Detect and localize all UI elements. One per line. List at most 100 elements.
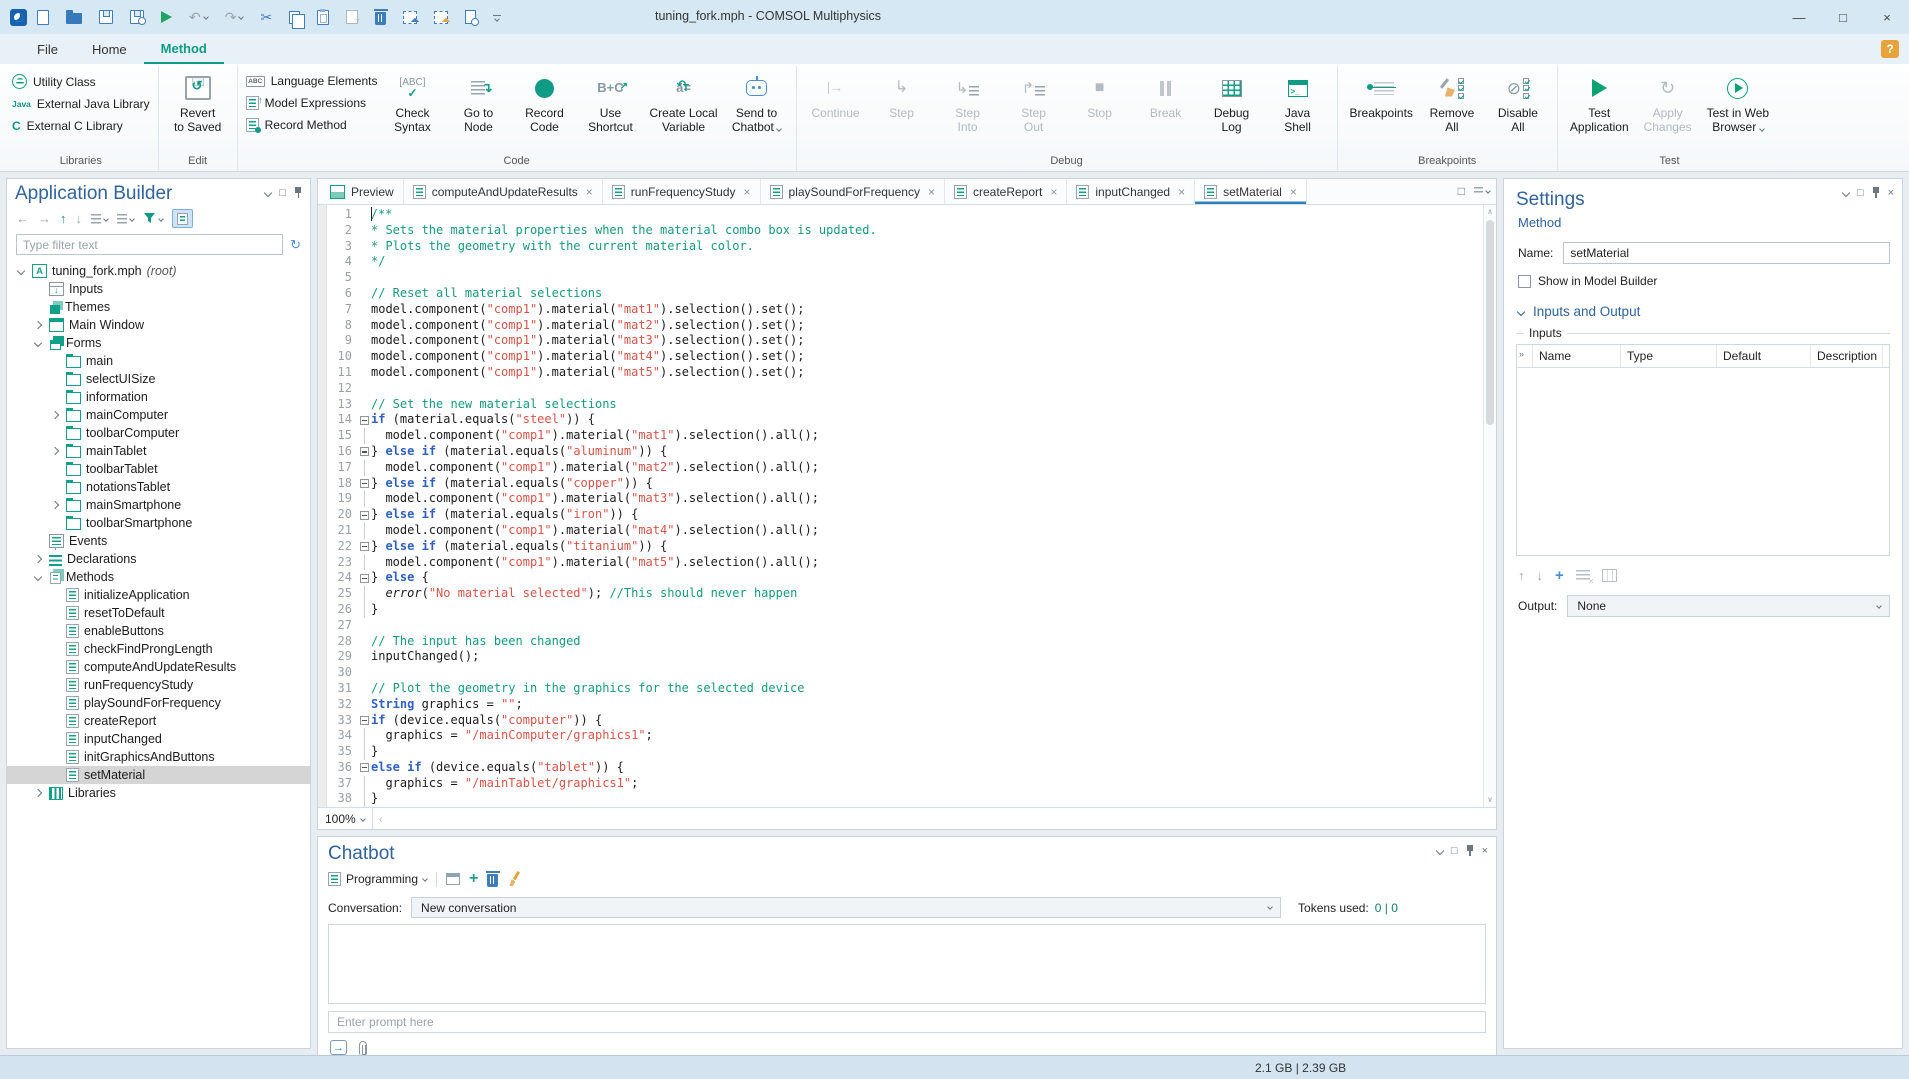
- maximize-button[interactable]: □: [1821, 0, 1865, 34]
- scrollbar-thumb[interactable]: [1486, 220, 1494, 425]
- filter-input[interactable]: [16, 234, 283, 255]
- code-lines[interactable]: 1/**2* Sets the material properties when…: [327, 205, 1483, 807]
- add-input-icon[interactable]: +: [1555, 568, 1564, 583]
- panel-pin-icon[interactable]: [294, 187, 302, 199]
- code-line-36[interactable]: 36else if (device.equals("tablet")) {: [327, 760, 1483, 776]
- code-line-38[interactable]: 38}: [327, 791, 1483, 807]
- chat-prompt-input[interactable]: [328, 1011, 1486, 1033]
- chatbot-menu-icon[interactable]: [1436, 847, 1444, 855]
- save-as-icon[interactable]: [130, 10, 144, 24]
- tree-item-enableButtons[interactable]: enableButtons: [7, 622, 310, 640]
- copy-icon[interactable]: [289, 11, 300, 24]
- tree-item-information[interactable]: information: [7, 388, 310, 406]
- chatbot-float-icon[interactable]: □: [1451, 845, 1458, 857]
- open-in-window-icon[interactable]: [446, 873, 460, 885]
- tree-item-mainComputer[interactable]: mainComputer: [7, 406, 310, 424]
- record-code-button[interactable]: RecordCode: [513, 66, 575, 134]
- run-icon[interactable]: [161, 11, 172, 23]
- section-collapse-icon[interactable]: [1517, 307, 1525, 315]
- code-line-24[interactable]: 24} else {: [327, 570, 1483, 586]
- code-line-28[interactable]: 28// The input has been changed: [327, 634, 1483, 650]
- tree-item-runFrequencyStudy[interactable]: runFrequencyStudy: [7, 676, 310, 694]
- code-line-20[interactable]: 20} else if (material.equals("iron")) {: [327, 507, 1483, 523]
- create-local-variable-button[interactable]: a=T↶ Create LocalVariable: [645, 66, 721, 134]
- expand-all-button[interactable]: [91, 214, 108, 224]
- code-line-13[interactable]: 13// Set the new material selections: [327, 397, 1483, 413]
- tree-item-Main Window[interactable]: Main Window: [7, 316, 310, 334]
- tree-item-playSoundForFrequency[interactable]: playSoundForFrequency: [7, 694, 310, 712]
- tree-item-Libraries[interactable]: Libraries: [7, 784, 310, 802]
- editor-tab-runFrequencyStudy[interactable]: runFrequencyStudy×: [603, 179, 761, 204]
- chatbot-mode-button[interactable]: Programming: [328, 872, 427, 886]
- tree-item-Events[interactable]: Events: [7, 532, 310, 550]
- code-line-1[interactable]: 1/**: [327, 207, 1483, 223]
- output-select[interactable]: None: [1567, 595, 1890, 617]
- show-in-model-builder-toggle[interactable]: [172, 209, 193, 228]
- code-line-4[interactable]: 4*/: [327, 254, 1483, 270]
- chatbot-close-icon[interactable]: ×: [1482, 845, 1488, 857]
- tree-item-Methods[interactable]: Methods: [7, 568, 310, 586]
- redo-dropdown-icon[interactable]: [239, 14, 245, 20]
- code-line-14[interactable]: 14if (material.equals("steel")) {: [327, 412, 1483, 428]
- save-icon[interactable]: [99, 10, 113, 24]
- find-icon[interactable]: [465, 10, 476, 24]
- panel-float-icon[interactable]: □: [279, 187, 286, 199]
- tree-item-mainTablet[interactable]: mainTablet: [7, 442, 310, 460]
- tree-chevron-icon[interactable]: [48, 502, 61, 508]
- delete-input-icon[interactable]: [1576, 570, 1590, 581]
- new-file-icon[interactable]: [37, 10, 49, 25]
- nav-forward-icon[interactable]: →: [38, 212, 51, 225]
- inputs-table[interactable]: » Name Type Default Description Unit: [1516, 344, 1890, 556]
- qat-overflow-icon[interactable]: [493, 13, 501, 22]
- tree-item-Themes[interactable]: Themes: [7, 298, 310, 316]
- fold-icon[interactable]: [357, 444, 371, 460]
- external-java-library-button[interactable]: JavaExternal Java Library: [12, 97, 150, 111]
- code-line-32[interactable]: 32String graphics = "";: [327, 697, 1483, 713]
- breakpoints-button[interactable]: Breakpoints: [1346, 66, 1417, 121]
- tree-item-toolbarSmartphone[interactable]: toolbarSmartphone: [7, 514, 310, 532]
- editor-tab-createReport[interactable]: createReport×: [945, 179, 1067, 204]
- fold-icon[interactable]: [357, 713, 371, 729]
- check-syntax-button[interactable]: [ABC]✓ CheckSyntax: [381, 66, 443, 134]
- new-conversation-icon[interactable]: +: [469, 871, 478, 887]
- code-line-34[interactable]: 34 graphics = "/mainComputer/graphics1";: [327, 728, 1483, 744]
- collapse-all-button[interactable]: [117, 214, 134, 224]
- editor-maximize-icon[interactable]: □: [1458, 184, 1465, 198]
- code-line-6[interactable]: 6// Reset all material selections: [327, 286, 1483, 302]
- record-method-button[interactable]: Record Method: [246, 118, 378, 132]
- code-line-37[interactable]: 37 graphics = "/mainTablet/graphics1";: [327, 776, 1483, 792]
- conversation-dropdown-icon[interactable]: [1267, 904, 1273, 910]
- fold-icon[interactable]: [357, 539, 371, 555]
- tree-item-setMaterial[interactable]: setMaterial: [7, 766, 310, 784]
- undo-button[interactable]: ↶: [189, 10, 208, 24]
- editor-tab-playSoundForFrequency[interactable]: playSoundForFrequency×: [761, 179, 945, 204]
- open-file-icon[interactable]: [66, 13, 82, 24]
- cut-icon[interactable]: ✂: [260, 10, 272, 24]
- java-shell-button[interactable]: JavaShell: [1267, 66, 1329, 134]
- code-line-9[interactable]: 9model.component("comp1").material("mat3…: [327, 333, 1483, 349]
- input-move-up-icon[interactable]: ↑: [1518, 569, 1525, 582]
- close-button[interactable]: ×: [1865, 0, 1909, 34]
- tree-item-resetToDefault[interactable]: resetToDefault: [7, 604, 310, 622]
- tree-item-initGraphicsAndButtons[interactable]: initGraphicsAndButtons: [7, 748, 310, 766]
- tab-close-icon[interactable]: ×: [1050, 185, 1057, 199]
- tree-item-toolbarTablet[interactable]: toolbarTablet: [7, 460, 310, 478]
- clear-selection-icon[interactable]: [434, 11, 448, 24]
- redo-button[interactable]: ↷: [225, 10, 244, 24]
- tree-item-selectUISize[interactable]: selectUISize: [7, 370, 310, 388]
- debug-log-button[interactable]: DebugLog: [1201, 66, 1263, 134]
- minimize-button[interactable]: —: [1777, 0, 1821, 34]
- editor-vertical-scrollbar[interactable]: ∧ ∨: [1483, 205, 1496, 807]
- language-elements-button[interactable]: ABCLanguage Elements: [246, 74, 378, 88]
- settings-float-icon[interactable]: □: [1857, 187, 1864, 199]
- code-line-22[interactable]: 22} else if (material.equals("titanium")…: [327, 539, 1483, 555]
- scroll-up-icon[interactable]: ∧: [1488, 208, 1493, 216]
- tree-item-createReport[interactable]: createReport: [7, 712, 310, 730]
- tree-chevron-icon[interactable]: [31, 322, 44, 328]
- fold-icon[interactable]: [357, 760, 371, 776]
- tree-item-Forms[interactable]: Forms: [7, 334, 310, 352]
- inputs-and-output-section[interactable]: Inputs and Output: [1518, 304, 1890, 319]
- tree-item-mainSmartphone[interactable]: mainSmartphone: [7, 496, 310, 514]
- send-prompt-icon[interactable]: →: [330, 1040, 347, 1055]
- editor-tab-Preview[interactable]: Preview: [321, 179, 404, 204]
